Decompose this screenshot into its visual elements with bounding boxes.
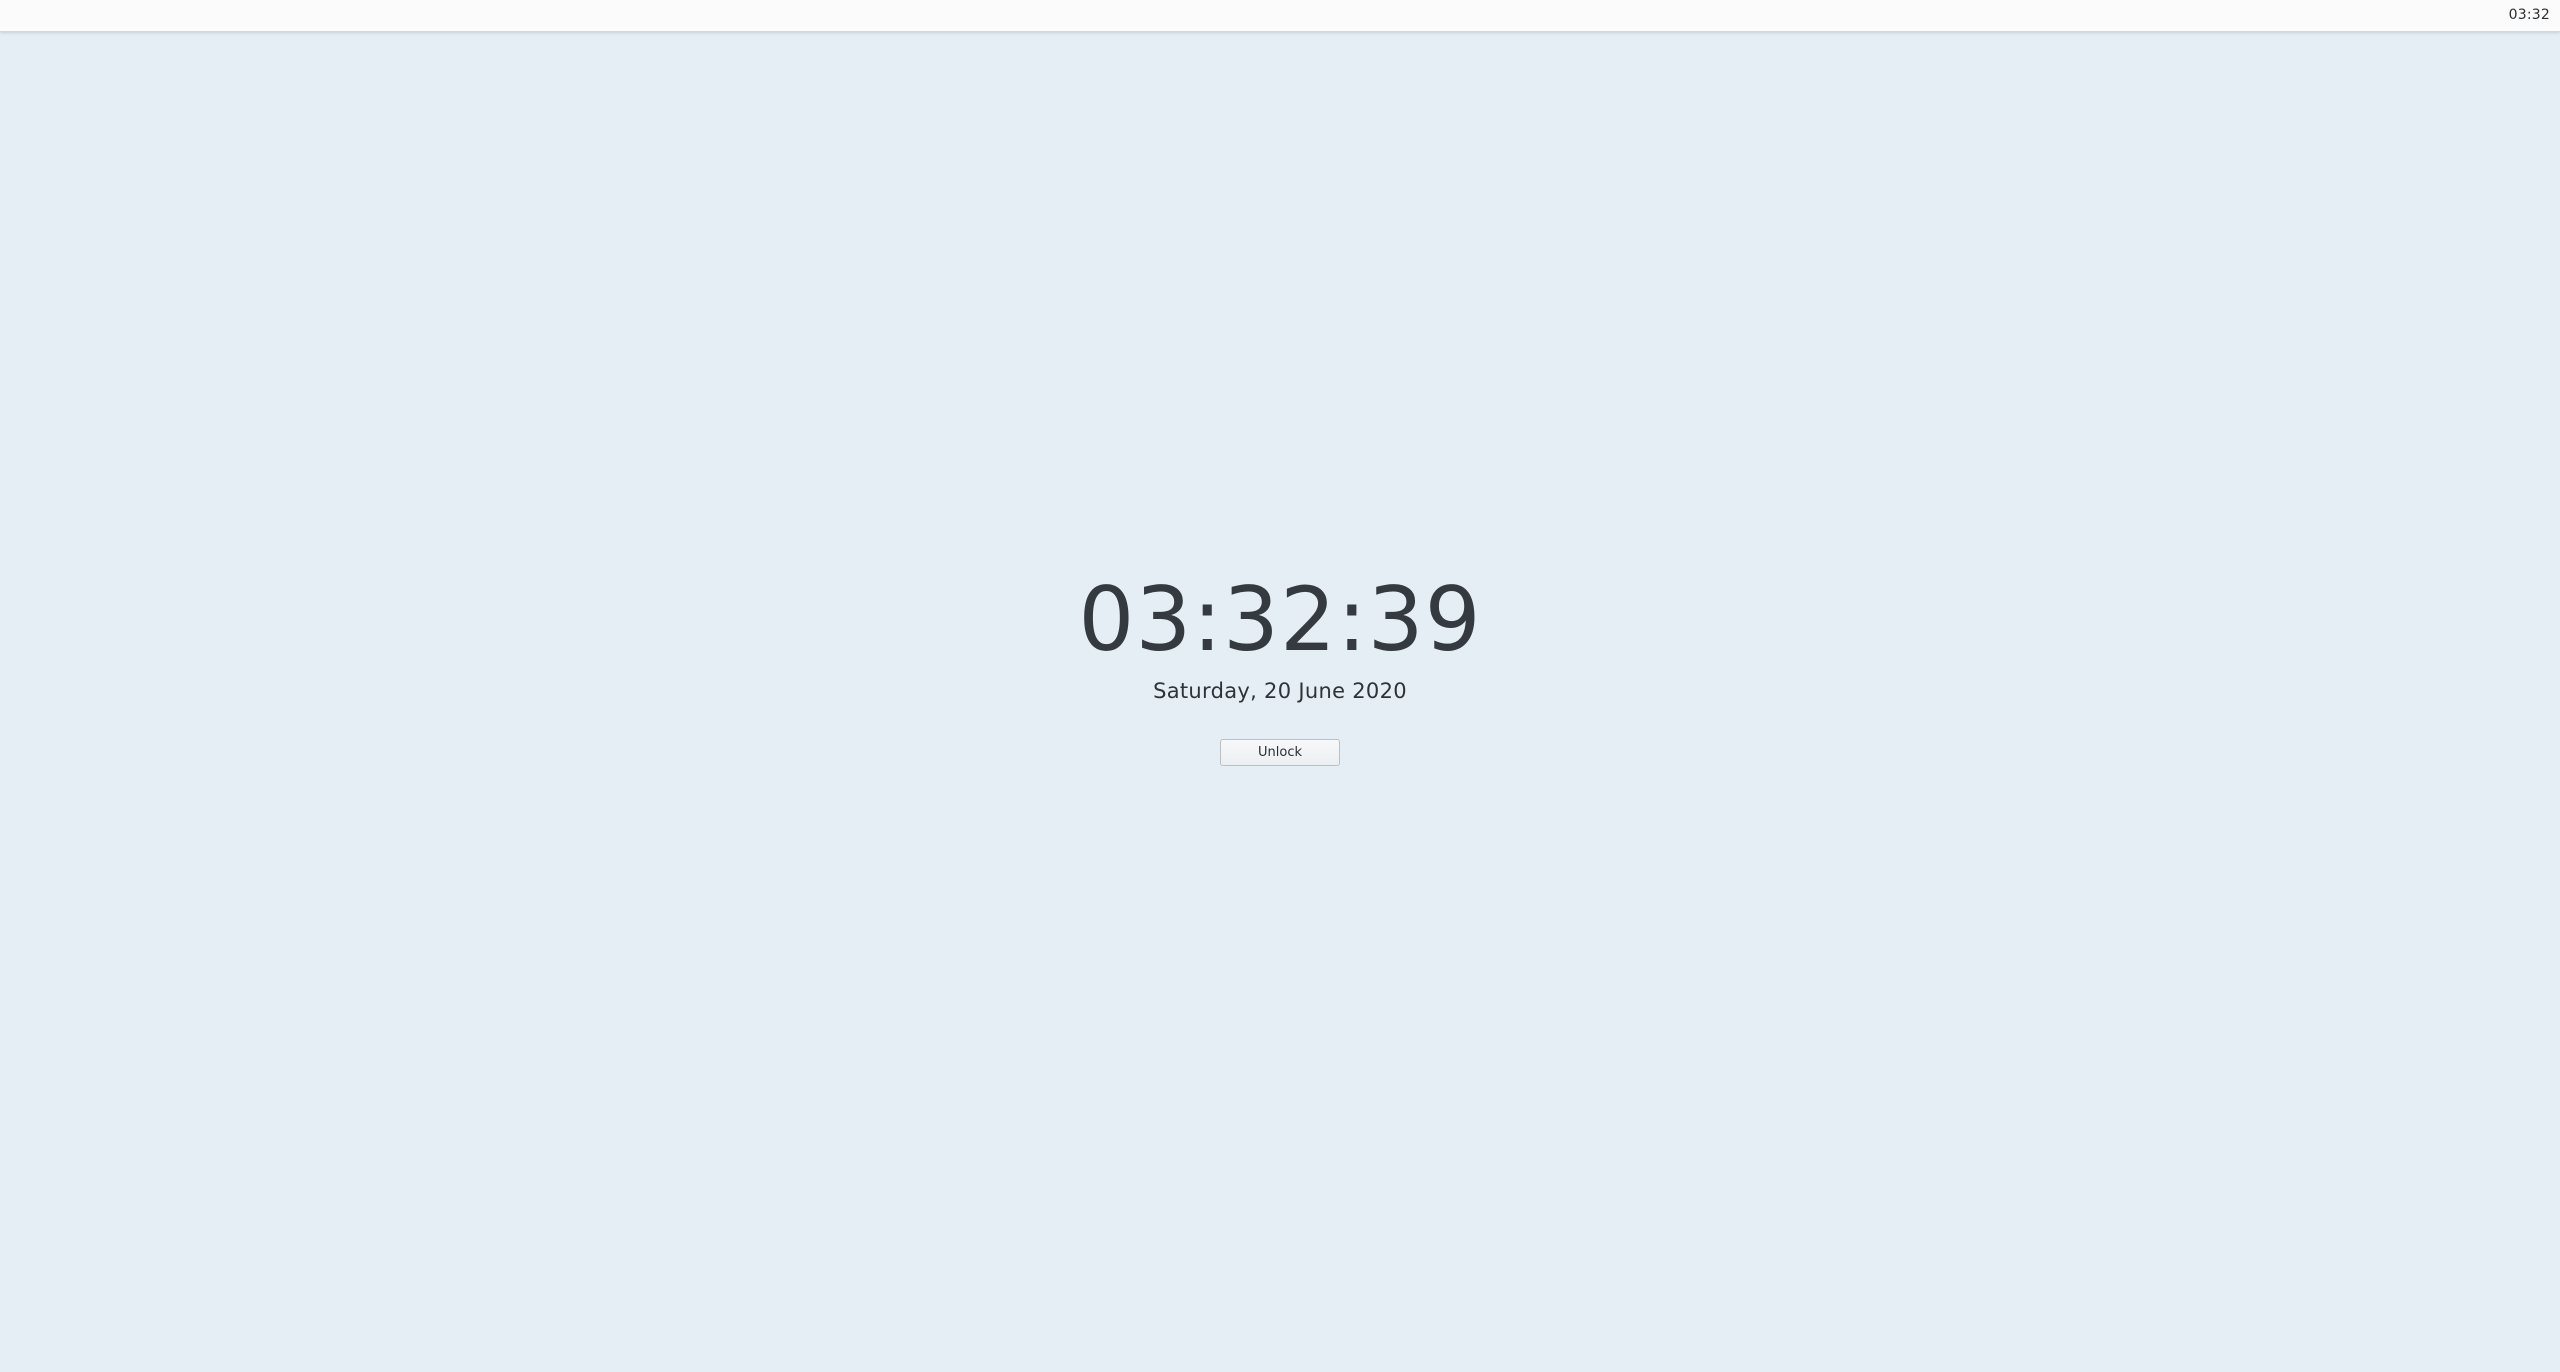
unlock-button[interactable]: Unlock bbox=[1220, 739, 1340, 766]
lock-clock-date: Saturday, 20 June 2020 bbox=[1153, 679, 1407, 703]
lock-screen: 03:32:39 Saturday, 20 June 2020 Unlock bbox=[0, 570, 2560, 766]
panel-clock[interactable]: 03:32 bbox=[2509, 7, 2550, 23]
top-panel: 03:32 bbox=[0, 0, 2560, 32]
lock-clock-time: 03:32:39 bbox=[1078, 568, 1482, 671]
